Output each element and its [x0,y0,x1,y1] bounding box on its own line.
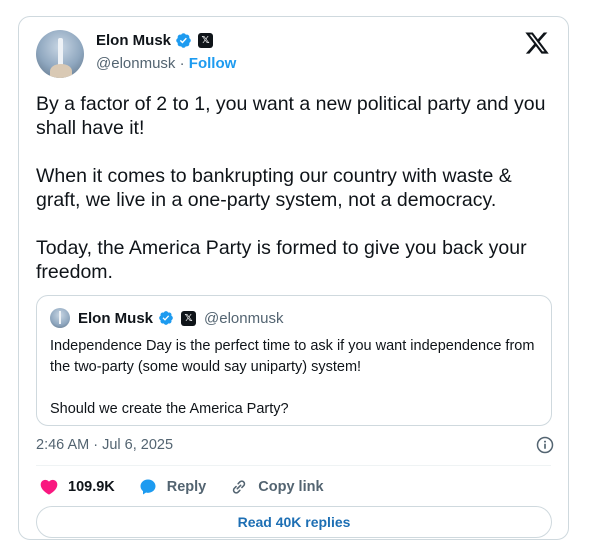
link-icon [233,480,246,494]
tweet-embed-card: Elon Musk 𝕏 @elonmusk · Follow By a fact… [18,16,569,540]
quoted-tweet[interactable]: Elon Musk 𝕏 @elonmusk Independence Day i… [36,295,552,426]
divider [36,465,551,466]
quoted-author-handle: @elonmusk [204,309,284,327]
verified-badge-icon [159,311,173,325]
action-bar: 109.9K Reply Copy link [39,475,347,499]
like-button[interactable]: 109.9K [39,477,115,497]
x-affiliate-badge-icon: 𝕏 [198,33,214,48]
heart-icon [40,479,58,495]
quoted-tweet-header: Elon Musk 𝕏 @elonmusk [50,308,283,328]
tweet-text: By a factor of 2 to 1, you want a new po… [36,93,546,283]
quoted-author-name: Elon Musk [78,309,154,327]
x-logo-icon[interactable] [524,30,550,56]
author-handle-line: @elonmusk · Follow [96,55,236,72]
tweet-timestamp[interactable]: 2:46 AM · Jul 6, 2025 [36,437,173,453]
follow-link[interactable]: Follow [189,55,237,72]
verified-badge-icon [176,33,191,48]
author-avatar[interactable] [36,30,84,78]
author-name[interactable]: Elon Musk [96,32,171,49]
separator-dot: · [179,55,185,72]
author-handle[interactable]: @elonmusk [96,55,175,72]
reply-icon [140,479,156,495]
like-count: 109.9K [68,479,115,495]
info-icon[interactable] [535,435,555,455]
quoted-author-avatar [50,308,70,328]
tweet-header: Elon Musk 𝕏 @elonmusk · Follow [36,30,554,80]
read-replies-button[interactable]: Read 40K replies [36,506,552,538]
copy-link-button[interactable]: Copy link [229,477,324,497]
copy-link-label: Copy link [258,479,324,495]
author-name-line: Elon Musk 𝕏 [96,32,214,49]
x-affiliate-badge-icon: 𝕏 [181,310,197,326]
quoted-tweet-text: Independence Day is the perfect time to … [50,338,535,417]
reply-label: Reply [166,479,207,495]
reply-button[interactable]: Reply [138,477,207,497]
